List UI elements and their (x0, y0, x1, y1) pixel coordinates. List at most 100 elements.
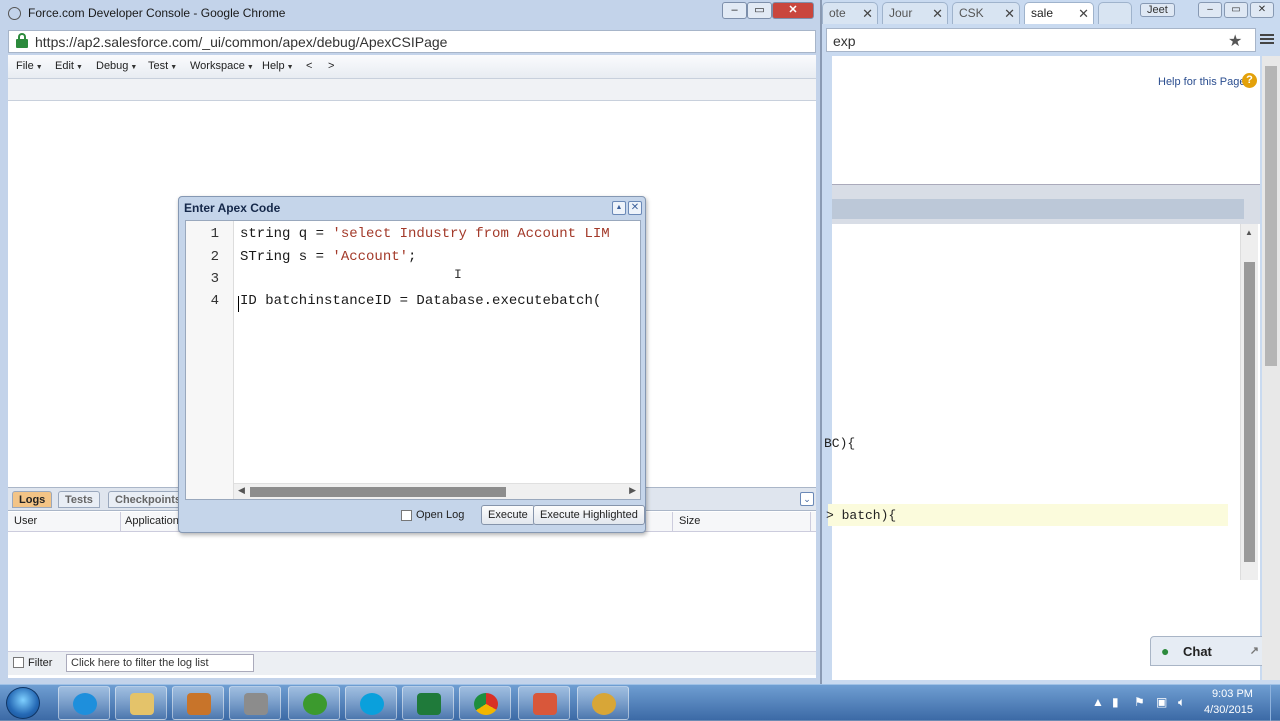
minimize-button[interactable]: – (1198, 2, 1222, 18)
app-icon[interactable] (229, 686, 281, 720)
start-button-icon[interactable] (6, 687, 40, 719)
close-icon[interactable]: ✕ (628, 201, 642, 215)
enter-apex-code-dialog: Enter Apex Code ▲ ✕ 1 2 3 4 string q = '… (178, 196, 646, 533)
minimize-icon[interactable]: ▲ (612, 201, 626, 215)
close-button[interactable]: ✕ (1250, 2, 1274, 18)
action-center-icon[interactable]: ⚑ (1134, 695, 1145, 709)
chrome-menu-icon[interactable] (1260, 32, 1274, 48)
background-window-controls: – ▭ ✕ (1196, 1, 1274, 18)
tab-label: Jour (889, 6, 913, 20)
column-header-application[interactable]: Application (125, 515, 179, 527)
menu-debug[interactable]: Debug ▼ (96, 60, 137, 72)
device-icon[interactable]: ▣ (1156, 695, 1167, 709)
tab-label: CSK (959, 6, 984, 20)
new-tab-button[interactable] (1098, 2, 1132, 24)
column-header-user[interactable]: User (14, 515, 37, 527)
volume-icon[interactable]: 🔈︎ (1178, 695, 1185, 710)
chat-button[interactable]: ● Chat ↗ (1150, 636, 1266, 666)
chat-icon: ● (1161, 643, 1170, 659)
line-number: 2 (210, 249, 219, 265)
close-icon[interactable]: ✕ (862, 6, 873, 22)
address-bar[interactable]: https://ap2.salesforce.com/_ui/common/ap… (8, 30, 816, 53)
file-explorer-icon[interactable] (115, 686, 167, 720)
close-icon[interactable]: ✕ (1004, 6, 1015, 22)
nav-back-button[interactable]: < (306, 60, 312, 72)
clock-date[interactable]: 4/30/2015 (1204, 704, 1253, 716)
filter-label: Filter (28, 657, 53, 669)
tab-tests[interactable]: Tests (58, 491, 100, 508)
url-text: https://ap2.salesforce.com/_ui/common/ap… (35, 34, 448, 50)
profile-button[interactable]: Jeet (1140, 3, 1175, 17)
column-header-size[interactable]: Size (679, 515, 700, 527)
show-hidden-icons-icon[interactable]: ▲ (1092, 695, 1104, 709)
filter-input[interactable]: Click here to filter the log list (66, 654, 254, 672)
filter-checkbox[interactable] (13, 657, 24, 668)
menu-test[interactable]: Test ▼ (148, 60, 177, 72)
taskbar: ▲ ▮ ⚑ ▣ 🔈︎ 9:03 PM 4/30/2015 (0, 684, 1280, 721)
execute-button[interactable]: Execute (481, 505, 535, 525)
background-page: Help for this Page ? BC){ > batch){ ▲ ● … (824, 56, 1266, 680)
window-controls: – ▭ ✕ (722, 2, 814, 19)
excel-icon[interactable] (402, 686, 454, 720)
paint-icon[interactable] (518, 686, 570, 720)
show-desktop-button[interactable] (1270, 685, 1280, 721)
collapse-icon[interactable]: ⌄ (800, 492, 814, 506)
help-icon[interactable]: ? (1242, 73, 1257, 88)
browser-tab[interactable]: ote ✕ (822, 2, 878, 24)
scroll-left-icon[interactable]: ◀ (238, 485, 245, 496)
line-number: 4 (210, 293, 219, 309)
code-line[interactable]: string q = 'select Industry from Account… (240, 226, 610, 242)
scroll-up-icon[interactable]: ▲ (1245, 228, 1253, 237)
window-icon (8, 7, 21, 20)
execute-highlighted-button[interactable]: Execute Highlighted (533, 505, 645, 525)
background-address-bar[interactable]: exp (826, 28, 1256, 52)
apex-code-editor[interactable]: 1 2 3 4 string q = 'select Industry from… (185, 220, 641, 500)
nav-forward-button[interactable]: > (328, 60, 334, 72)
page-scrollbar[interactable] (1262, 56, 1280, 680)
help-link[interactable]: Help for this Page (1158, 76, 1245, 88)
ie-icon[interactable] (58, 686, 110, 720)
browser-tab[interactable]: Jour ✕ (882, 2, 948, 24)
text-caret (238, 296, 239, 312)
tab-label: sale (1031, 6, 1054, 20)
network-icon[interactable]: ▮ (1112, 695, 1119, 709)
chrome-icon[interactable] (459, 686, 511, 720)
editor-scrollbar[interactable]: ▲ (1240, 224, 1258, 580)
menu-help[interactable]: Help ▼ (262, 60, 294, 72)
utorrent-icon[interactable] (288, 686, 340, 720)
browser-tab-active[interactable]: sale ✕ (1024, 2, 1094, 24)
menu-bar: File ▼ Edit ▼ Debug ▼ Test ▼ Workspace ▼ Help… (8, 55, 816, 79)
expand-icon[interactable]: ↗ (1250, 644, 1259, 657)
background-code-editor[interactable] (832, 224, 1242, 680)
tab-logs[interactable]: Logs (12, 491, 53, 508)
browser-tab[interactable]: CSK ✕ (952, 2, 1020, 24)
bookmark-star-icon[interactable]: ★ (1228, 31, 1242, 51)
close-icon[interactable]: ✕ (1078, 6, 1089, 22)
media-player-icon[interactable] (172, 686, 224, 720)
code-line[interactable]: ID batchinstanceID = Database.executebat… (240, 293, 601, 309)
skype-icon[interactable] (345, 686, 397, 720)
secondary-toolbar (8, 79, 816, 101)
ibeam-cursor-icon: I (454, 267, 462, 282)
code-fragment: > batch){ (826, 508, 897, 523)
minimize-button[interactable]: – (722, 2, 747, 19)
scroll-right-icon[interactable]: ▶ (629, 485, 636, 496)
close-button[interactable]: ✕ (772, 2, 814, 19)
filter-bar: Filter Click here to filter the log list (8, 651, 816, 675)
close-icon[interactable]: ✕ (932, 6, 943, 22)
tab-checkpoints[interactable]: Checkpoints (108, 491, 189, 508)
scrollbar-thumb[interactable] (250, 487, 506, 497)
maximize-button[interactable]: ▭ (1224, 2, 1248, 18)
menu-workspace[interactable]: Workspace ▼ (190, 60, 254, 72)
open-log-label: Open Log (416, 509, 465, 521)
menu-edit[interactable]: Edit ▼ (55, 60, 83, 72)
background-panel-header (832, 184, 1260, 224)
maximize-button[interactable]: ▭ (747, 2, 772, 19)
menu-file[interactable]: File ▼ (16, 60, 43, 72)
flower-app-icon[interactable] (577, 686, 629, 720)
code-line[interactable]: STring s = 'Account'; (240, 249, 416, 265)
background-browser-window: ote ✕ Jour ✕ CSK ✕ sale ✕ Jeet – ▭ ✕ exp ★… (822, 0, 1280, 684)
horizontal-scrollbar[interactable]: ◀ ▶ (234, 483, 640, 499)
open-log-checkbox[interactable] (401, 510, 412, 521)
clock-time[interactable]: 9:03 PM (1212, 688, 1253, 700)
